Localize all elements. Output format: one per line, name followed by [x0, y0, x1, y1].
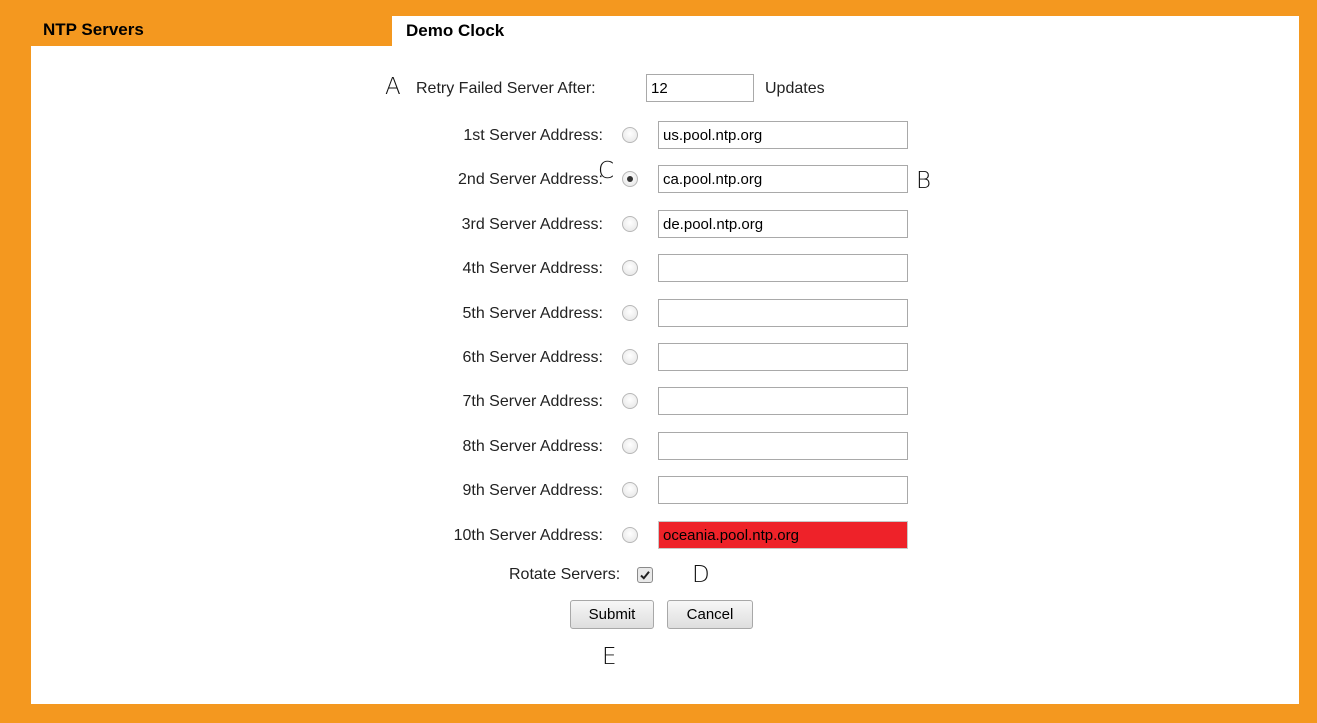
- tab-ntp-servers[interactable]: NTP Servers: [43, 20, 144, 40]
- server-address-input[interactable]: [658, 521, 908, 549]
- server-address-input[interactable]: [658, 432, 908, 460]
- server-address-label: 10th Server Address:: [453, 527, 603, 544]
- rotate-servers-label: Rotate Servers:: [509, 566, 621, 583]
- server-select-radio[interactable]: [622, 482, 638, 498]
- annotation-b: B: [916, 168, 932, 194]
- server-select-radio[interactable]: [622, 260, 638, 276]
- tab-demo-clock[interactable]: Demo Clock: [392, 16, 1299, 46]
- server-address-input[interactable]: [658, 343, 908, 371]
- server-address-input[interactable]: [658, 121, 908, 149]
- retry-updates-input[interactable]: [646, 74, 754, 102]
- tab-demo-clock-label: Demo Clock: [406, 21, 505, 40]
- server-address-label: 9th Server Address:: [462, 482, 603, 499]
- server-address-label: 3rd Server Address:: [461, 216, 603, 233]
- rotate-servers-checkbox[interactable]: [637, 567, 653, 583]
- annotation-c: C: [598, 158, 615, 184]
- server-address-label: 2nd Server Address:: [458, 171, 603, 188]
- checkmark-icon: [640, 571, 650, 580]
- server-select-radio[interactable]: [622, 216, 638, 232]
- server-address-label: 4th Server Address:: [462, 260, 603, 277]
- server-address-label: 7th Server Address:: [462, 393, 603, 410]
- server-select-radio[interactable]: [622, 393, 638, 409]
- server-address-input[interactable]: [658, 299, 908, 327]
- annotation-e: E: [602, 644, 617, 670]
- server-select-radio[interactable]: [622, 349, 638, 365]
- ntp-settings-panel: Retry Failed Server After: Updates 1st S…: [31, 46, 1299, 704]
- server-select-radio[interactable]: [622, 305, 638, 321]
- app-frame: NTP Servers Demo Clock Retry Failed Serv…: [0, 0, 1317, 723]
- server-address-label: 6th Server Address:: [462, 349, 603, 366]
- retry-label: Retry Failed Server After:: [416, 80, 596, 97]
- server-address-input[interactable]: [658, 387, 908, 415]
- server-select-radio[interactable]: [622, 171, 638, 187]
- server-select-radio[interactable]: [622, 127, 638, 143]
- cancel-button[interactable]: Cancel: [667, 600, 753, 629]
- server-address-input[interactable]: [658, 165, 908, 193]
- server-address-label: 1st Server Address:: [463, 127, 603, 144]
- annotation-a: A: [385, 74, 401, 100]
- server-address-input[interactable]: [658, 210, 908, 238]
- server-address-input[interactable]: [658, 254, 908, 282]
- submit-button[interactable]: Submit: [570, 600, 654, 629]
- retry-unit-label: Updates: [765, 80, 825, 97]
- server-address-label: 5th Server Address:: [462, 305, 603, 322]
- server-select-radio[interactable]: [622, 527, 638, 543]
- annotation-d: D: [692, 562, 710, 588]
- server-address-input[interactable]: [658, 476, 908, 504]
- server-address-label: 8th Server Address:: [462, 438, 603, 455]
- server-select-radio[interactable]: [622, 438, 638, 454]
